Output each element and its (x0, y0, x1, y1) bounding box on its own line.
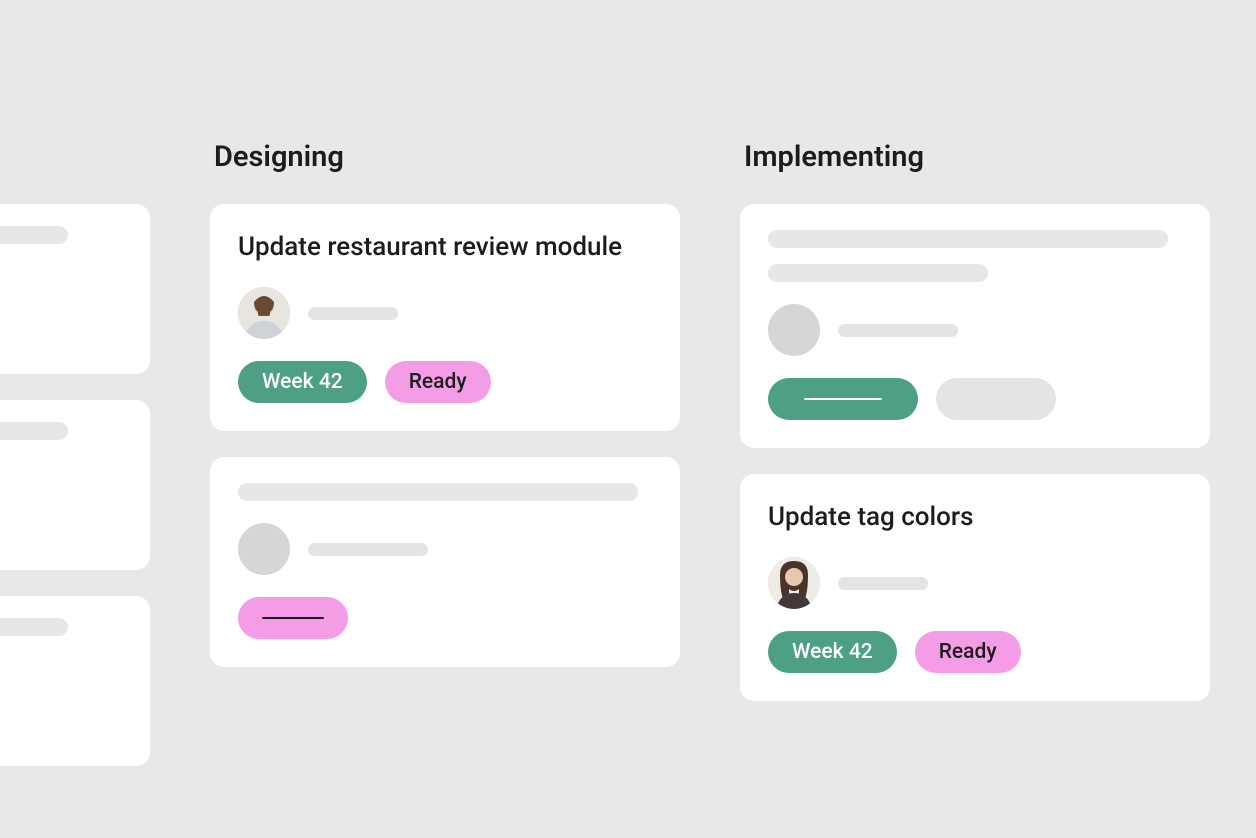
avatar[interactable] (238, 287, 290, 339)
avatar-placeholder (238, 523, 290, 575)
kanban-board: . Designing Update restaurant review mod… (0, 140, 1210, 766)
kanban-column-designing: Designing Update restaurant review modul… (210, 140, 680, 766)
card-pill-row (238, 597, 652, 639)
card-title: Update tag colors (768, 500, 1182, 535)
card-pill-row: Week 42 Ready (238, 361, 652, 403)
card-avatar-row (238, 523, 652, 575)
column-title: Implementing (740, 140, 1210, 178)
kanban-column-peek: . (0, 140, 150, 766)
card-avatar-row (768, 557, 1182, 609)
avatar[interactable] (768, 557, 820, 609)
pill-line-icon (262, 617, 324, 619)
kanban-card[interactable]: Update restaurant review module (210, 204, 680, 431)
skeleton-line (238, 483, 638, 501)
card-meta-placeholder (838, 324, 958, 337)
card-title: Update restaurant review module (238, 230, 652, 265)
pill-status[interactable]: Ready (915, 631, 1021, 673)
card-meta-placeholder (308, 543, 428, 556)
card-avatar-row (768, 304, 1182, 356)
card-meta-placeholder (838, 577, 928, 590)
card-pill-row: Week 42 Ready (768, 631, 1182, 673)
kanban-card[interactable]: Update tag colors Week (740, 474, 1210, 701)
skeleton-line (768, 230, 1168, 248)
pill-line-icon (804, 398, 882, 400)
kanban-card-skeleton[interactable] (0, 596, 150, 766)
kanban-column-implementing: Implementing Update tag colors (740, 140, 1210, 766)
kanban-card-skeleton[interactable] (0, 400, 150, 570)
pill-placeholder[interactable] (768, 378, 918, 420)
card-avatar-row (238, 287, 652, 339)
avatar-placeholder (768, 304, 820, 356)
skeleton-line (768, 264, 988, 282)
pill-week[interactable]: Week 42 (768, 631, 897, 673)
pill-placeholder[interactable] (936, 378, 1056, 420)
kanban-card-skeleton[interactable] (0, 204, 150, 374)
kanban-card-skeleton[interactable] (740, 204, 1210, 448)
card-meta-placeholder (308, 307, 398, 320)
pill-week[interactable]: Week 42 (238, 361, 367, 403)
skeleton-line (0, 226, 68, 244)
skeleton-line (0, 618, 68, 636)
pill-placeholder[interactable] (238, 597, 348, 639)
column-title: Designing (210, 140, 680, 178)
skeleton-line (0, 422, 68, 440)
pill-status[interactable]: Ready (385, 361, 491, 403)
card-pill-row (768, 378, 1182, 420)
kanban-card-skeleton[interactable] (210, 457, 680, 667)
